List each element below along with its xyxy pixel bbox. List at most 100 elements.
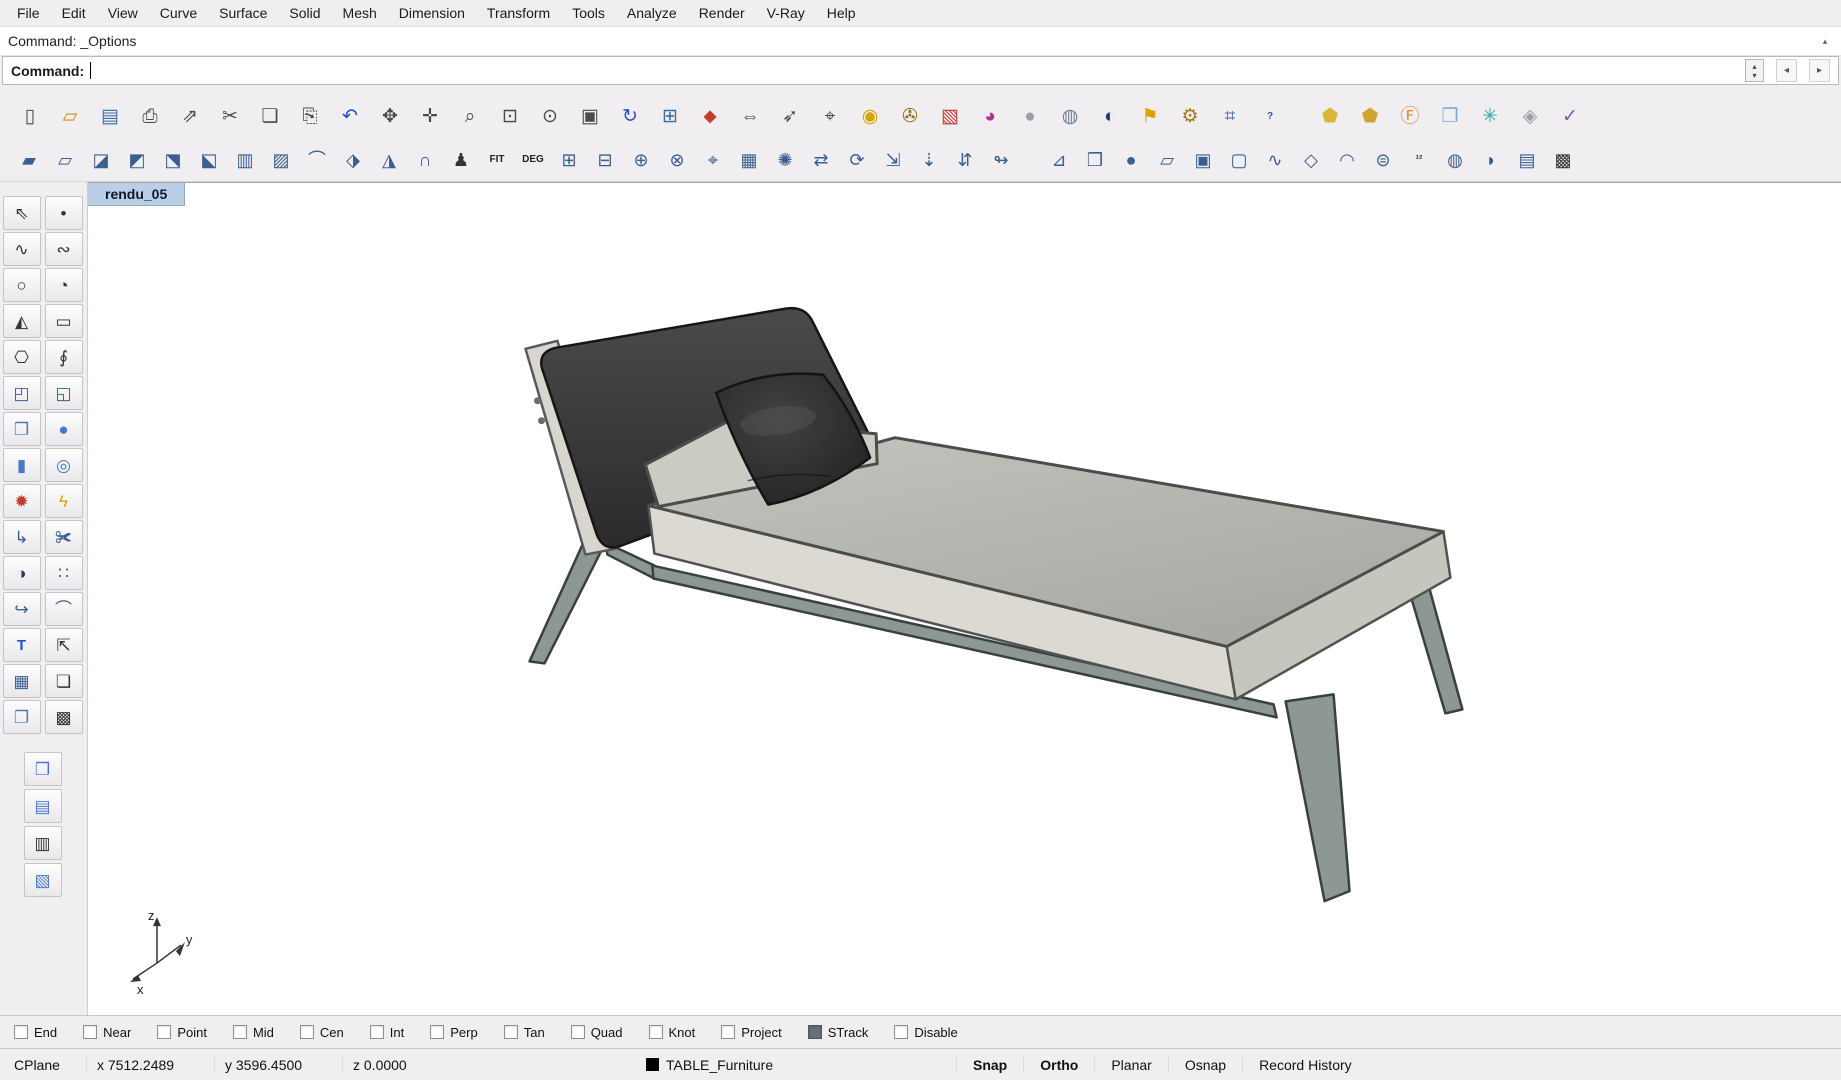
current-layer-chip[interactable]: TABLE_Furniture — [636, 1057, 866, 1073]
boolean-diff-icon[interactable]: ◑ — [2, 556, 41, 590]
menu-file[interactable]: File — [6, 1, 51, 25]
panel-blue-icon[interactable]: ▤ — [1510, 143, 1544, 177]
extend-srf-icon[interactable]: ⬗ — [336, 143, 370, 177]
help-icon[interactable]: ? — [1252, 99, 1288, 135]
explode-icon[interactable]: ϟ — [44, 484, 83, 518]
command-spinner[interactable]: ▴ ▾ — [1745, 59, 1764, 82]
osnap-mid[interactable]: Mid — [232, 1025, 274, 1040]
properties-panel-icon[interactable]: ▥ — [23, 826, 62, 860]
match-srf-icon[interactable]: ⊞ — [552, 143, 586, 177]
block-icon[interactable]: ▦ — [2, 664, 41, 698]
change-degree-icon[interactable]: DEG — [516, 143, 550, 177]
undo-view-icon[interactable]: ↻ — [612, 99, 648, 135]
zoom-extents-icon[interactable]: ▣ — [572, 99, 608, 135]
viewport-canvas[interactable]: z y x — [88, 183, 1841, 1015]
sweep2-icon[interactable]: ⬕ — [192, 143, 226, 177]
command-input-row[interactable]: Command: ▴ ▾ ◂ ▸ — [2, 56, 1839, 85]
trim-icon[interactable]: ✀ — [44, 520, 83, 554]
cage-box-icon[interactable]: ❒ — [1078, 143, 1112, 177]
new-file-icon[interactable]: ▯ — [12, 99, 48, 135]
viewport-layout-icon[interactable]: ⊞ — [652, 99, 688, 135]
hatch-grid-icon[interactable]: ▩ — [44, 700, 83, 734]
drape-icon[interactable]: ⌒ — [300, 143, 334, 177]
diamond-icon[interactable]: ◈ — [1512, 99, 1548, 135]
tag-yellow-icon[interactable]: ⬟ — [1312, 99, 1348, 135]
color-wheel-icon[interactable]: ◕ — [972, 99, 1008, 135]
layer-state-icon[interactable]: ▧ — [23, 863, 62, 897]
cut-icon[interactable]: ✂ — [212, 99, 248, 135]
menu-analyze[interactable]: Analyze — [616, 1, 688, 25]
curve-interp-icon[interactable]: ∾ — [44, 232, 83, 266]
named-views-icon[interactable]: ⬥ — [692, 99, 728, 135]
osnap-near[interactable]: Near — [83, 1025, 131, 1040]
srf-corner-icon[interactable]: ◰ — [2, 376, 41, 410]
direction-icon[interactable]: ➶ — [772, 99, 808, 135]
checkbox[interactable] — [157, 1025, 172, 1039]
status-osnap[interactable]: Osnap — [1167, 1056, 1242, 1073]
menu-tools[interactable]: Tools — [561, 1, 616, 25]
dome-icon[interactable]: ◗ — [1474, 143, 1508, 177]
cplane-label[interactable]: CPlane — [0, 1057, 86, 1073]
spotlight-icon[interactable]: ◉ — [852, 99, 888, 135]
menu-curve[interactable]: Curve — [149, 1, 208, 25]
lamp-icon[interactable]: ◍ — [1438, 143, 1472, 177]
osnap-point[interactable]: Point — [157, 1025, 207, 1040]
wave-edit-icon[interactable]: ∿ — [1258, 143, 1292, 177]
checkbox[interactable] — [369, 1025, 384, 1039]
uvn-icon[interactable]: ⇱ — [44, 628, 83, 662]
cage-plane-icon[interactable]: ▱ — [1150, 143, 1184, 177]
array-icon[interactable]: ∷ — [44, 556, 83, 590]
text-icon[interactable]: T — [2, 628, 41, 662]
checkbox[interactable] — [232, 1025, 247, 1039]
patch-icon[interactable]: ▨ — [264, 143, 298, 177]
osnap-tan[interactable]: Tan — [503, 1025, 545, 1040]
fit-srf-icon[interactable]: FIT — [480, 143, 514, 177]
distance-icon[interactable]: ⇔ — [732, 99, 768, 135]
pipe-icon[interactable]: ⊜ — [1366, 143, 1400, 177]
merge-srf-icon[interactable]: ⊟ — [588, 143, 622, 177]
render-sphere-icon[interactable]: ● — [1012, 99, 1048, 135]
project-icon[interactable]: ⇣ — [912, 143, 946, 177]
menu-mesh[interactable]: Mesh — [332, 1, 388, 25]
tube-icon[interactable]: ◎ — [44, 448, 83, 482]
dot-grid-icon[interactable]: ▩ — [1546, 143, 1580, 177]
unroll-icon[interactable]: ⊗ — [660, 143, 694, 177]
checkbox[interactable] — [570, 1025, 585, 1039]
tag-olive-icon[interactable]: ⬟ — [1352, 99, 1388, 135]
srf-3pt-icon[interactable]: ▰ — [12, 143, 46, 177]
circle-icon[interactable]: ○ — [2, 268, 41, 302]
menu-vray[interactable]: V-Ray — [756, 1, 816, 25]
menu-dimension[interactable]: Dimension — [388, 1, 476, 25]
perspective-viewport[interactable]: rendu_05 z y x — [88, 182, 1841, 1015]
checkbox[interactable] — [807, 1025, 822, 1039]
revolve-icon[interactable]: ◩ — [120, 143, 154, 177]
helix-icon[interactable]: ∮ — [44, 340, 83, 374]
osnap-int[interactable]: Int — [369, 1025, 404, 1040]
heightfield-icon[interactable]: ♟ — [444, 143, 478, 177]
copy-icon[interactable]: ❏ — [252, 99, 288, 135]
arch-srf-icon[interactable]: ∩ — [408, 143, 442, 177]
checkbox[interactable] — [14, 1025, 28, 1039]
box-edit-icon[interactable]: ▣ — [1186, 143, 1220, 177]
boolean-icon[interactable]: ✹ — [2, 484, 41, 518]
checkbox[interactable] — [430, 1025, 445, 1039]
zoom-icon[interactable]: ⌕ — [452, 99, 488, 135]
chamfer-srf-icon[interactable]: ⇲ — [876, 143, 910, 177]
osnap-knot[interactable]: Knot — [648, 1025, 695, 1040]
blend-cage-icon[interactable]: ◠ — [1330, 143, 1364, 177]
copy-inplace-icon[interactable]: ❏ — [44, 664, 83, 698]
export-icon[interactable]: ⇗ — [172, 99, 208, 135]
menu-render[interactable]: Render — [688, 1, 756, 25]
menu-view[interactable]: View — [97, 1, 149, 25]
osnap-perp[interactable]: Perp — [430, 1025, 478, 1040]
shaded-sphere-icon[interactable]: ◐ — [1092, 99, 1128, 135]
solid-cube-icon[interactable]: ❐ — [2, 700, 41, 734]
command-scroll-up-button[interactable]: ▴ — [1817, 34, 1833, 48]
checkbox[interactable] — [894, 1025, 909, 1039]
lock-icon[interactable]: ✇ — [892, 99, 928, 135]
cage-sphere-icon[interactable]: ● — [1114, 143, 1148, 177]
status-record-history[interactable]: Record History — [1242, 1056, 1368, 1073]
status-ortho[interactable]: Ortho — [1023, 1056, 1094, 1073]
orient-3pt-icon[interactable]: ⊿ — [1042, 143, 1076, 177]
paste-icon[interactable]: ⎘ — [292, 99, 328, 135]
